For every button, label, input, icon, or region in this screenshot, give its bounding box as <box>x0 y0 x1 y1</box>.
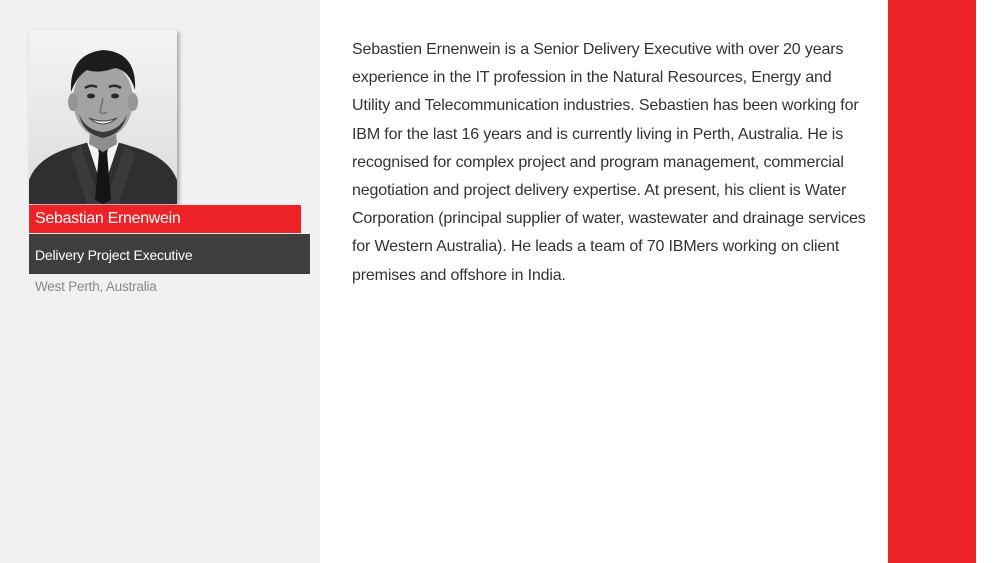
profile-sidebar: Sebastian Ernenwein Delivery Project Exe… <box>0 0 320 563</box>
profile-photo <box>29 30 177 204</box>
profile-location: West Perth, Australia <box>35 279 157 294</box>
accent-stripe <box>888 0 976 563</box>
profile-job-title: Delivery Project Executive <box>29 234 310 274</box>
profile-bio: Sebastien Ernenwein is a Senior Delivery… <box>352 41 866 284</box>
profile-name: Sebastian Ernenwein <box>29 205 301 233</box>
